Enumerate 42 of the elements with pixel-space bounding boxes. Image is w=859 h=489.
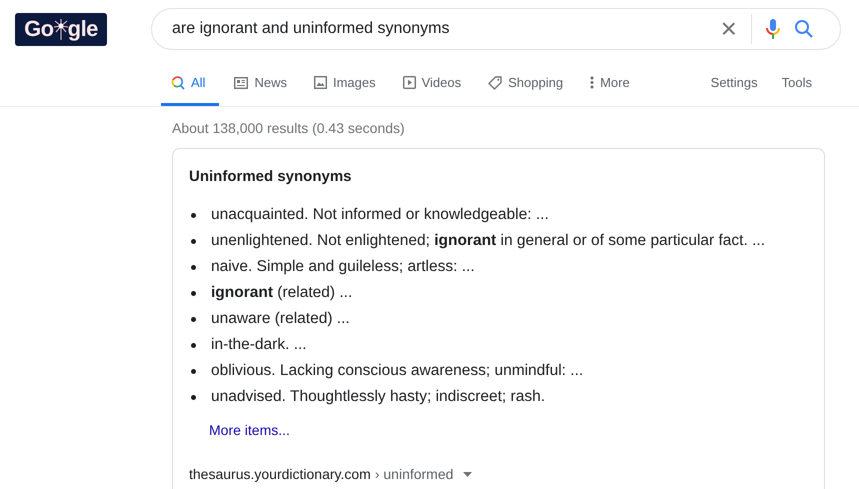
search-icon bbox=[171, 76, 185, 90]
bullet-icon bbox=[191, 342, 196, 348]
search-field[interactable]: are ignorant and uninformed synonyms × bbox=[151, 8, 841, 50]
search-tab[interactable]: News bbox=[222, 62, 299, 106]
bullet-icon bbox=[191, 212, 196, 218]
bullet-icon bbox=[191, 290, 196, 296]
list-item: unenlightened. Not enlightened; ignorant in general or of some particular fact. ... bbox=[211, 231, 766, 251]
more-items-link[interactable]: More items... bbox=[209, 422, 290, 438]
tag-icon bbox=[488, 76, 502, 90]
list-item: ignorant (related) ... bbox=[211, 283, 352, 303]
bullet-icon bbox=[191, 368, 196, 374]
search-tab[interactable]: Images bbox=[302, 62, 388, 106]
microphone-icon[interactable] bbox=[766, 18, 780, 40]
bullet-icon bbox=[191, 394, 196, 400]
search-tab[interactable]: All bbox=[161, 62, 220, 106]
list-item: unacquainted. Not informed or knowledgeable: ... bbox=[211, 205, 549, 225]
clear-button[interactable]: × bbox=[720, 15, 737, 43]
sparkler-icon bbox=[52, 18, 69, 40]
search-tab[interactable]: Shopping bbox=[476, 62, 576, 106]
dropdown-arrow-icon[interactable] bbox=[463, 472, 472, 476]
result-stats: About 138,000 results (0.43 seconds) bbox=[172, 120, 406, 137]
list-item: naive. Simple and guileless; artless: ... bbox=[211, 257, 475, 277]
newspaper-icon bbox=[234, 76, 248, 88]
tools-link[interactable]: Tools bbox=[782, 75, 812, 90]
list-item: unadvised. Thoughtlessly hasty; indiscreet; rash. bbox=[211, 387, 546, 407]
search-tab[interactable]: Videos bbox=[390, 62, 474, 106]
play-icon bbox=[402, 76, 416, 89]
list-item: in-the-dark. ... bbox=[211, 335, 307, 355]
tools-link[interactable]: Settings bbox=[710, 75, 758, 90]
bullet-icon bbox=[191, 264, 196, 270]
bullet-icon bbox=[191, 316, 196, 322]
image-icon bbox=[314, 76, 327, 89]
more-icon bbox=[590, 76, 594, 89]
bullet-icon bbox=[191, 238, 196, 244]
source-path[interactable]: › uninformed bbox=[374, 466, 454, 482]
snippet-title: Uninformed synonyms bbox=[189, 168, 353, 185]
search-tab[interactable]: More bbox=[578, 62, 642, 106]
search-icon[interactable] bbox=[794, 19, 814, 39]
list-item: oblivious. Lacking conscious awareness; unmindful: ... bbox=[211, 361, 584, 381]
source-domain[interactable]: thesaurus.yourdictionary.com bbox=[189, 466, 371, 482]
list-item: unaware (related) ... bbox=[211, 309, 350, 329]
logo[interactable]: Go gle bbox=[15, 12, 107, 46]
